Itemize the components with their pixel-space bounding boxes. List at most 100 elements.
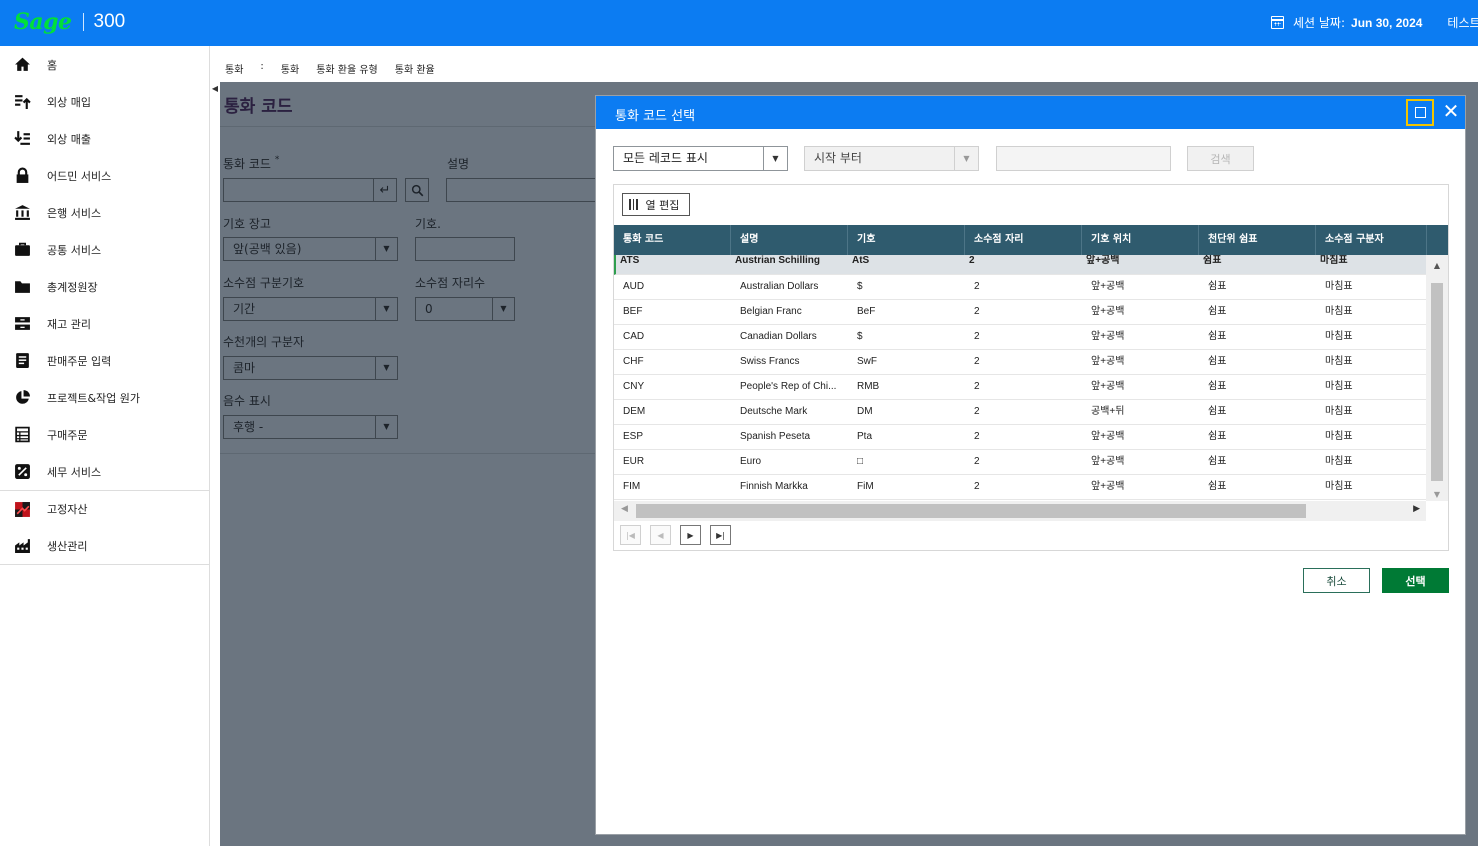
cancel-button[interactable]: 취소 [1303, 568, 1370, 593]
horizontal-scrollbar[interactable]: ◀ ▶ [614, 501, 1426, 521]
scroll-right-icon[interactable]: ▶ [1413, 504, 1420, 514]
finder-button[interactable] [405, 178, 429, 202]
sidebar-item-home[interactable]: 홈 [0, 46, 209, 83]
negative-display-select[interactable]: 후행 - ▼ [223, 415, 398, 439]
sidebar-item-label: 생산관리 [47, 539, 88, 553]
breadcrumb-item[interactable]: 통화 환율 유형 [316, 61, 378, 76]
sidebar-item-manufacturing[interactable]: 생산관리 [0, 527, 209, 564]
sidebar-item-fixed-assets[interactable]: 고정자산 [0, 490, 209, 527]
top-header: Sage 300 세션 날짜: Jun 30, 2024 테스트 [0, 0, 1478, 46]
vertical-scroll-thumb[interactable] [1431, 283, 1443, 481]
cell-symbol: $ [857, 281, 863, 292]
search-input[interactable] [996, 146, 1171, 171]
search-button[interactable]: 검색 [1187, 146, 1254, 171]
breadcrumb-item[interactable]: 통화 환율 [395, 61, 435, 76]
previous-page-button[interactable]: ◀ [650, 525, 671, 545]
session-date-area[interactable]: 세션 날짜: Jun 30, 2024 테스트 [1271, 14, 1478, 31]
symbol-input[interactable] [415, 237, 515, 261]
decimal-places-value: 0 [425, 302, 433, 316]
sidebar-item-purchase-orders[interactable]: 구매주문 [0, 416, 209, 453]
sidebar-item-label: 세무 서비스 [47, 465, 102, 479]
horizontal-scroll-thumb[interactable] [636, 504, 1306, 518]
cell-description: Finnish Markka [740, 481, 808, 492]
table-row[interactable]: AUD Australian Dollars $2 앞+공백 쉼표 마침표 [614, 275, 1426, 300]
column-header[interactable]: 설명 [731, 225, 848, 255]
vertical-scrollbar[interactable]: ▲ ▼ [1426, 255, 1448, 501]
chevron-down-icon: ▼ [763, 147, 787, 170]
sidebar-item-receivables[interactable]: 외상 매출 [0, 120, 209, 157]
cell-symbol-position: 공백+뒤 [1091, 406, 1125, 417]
sidebar-item-project-costing[interactable]: 프로젝트&작업 원가 [0, 379, 209, 416]
sidebar-item-general-ledger[interactable]: 총계정원장 [0, 268, 209, 305]
cell-symbol: Pta [857, 431, 873, 442]
column-header[interactable]: 소수점 자리 [965, 225, 1082, 255]
enter-button[interactable]: ↵ [373, 178, 397, 202]
sidebar-item-bank-services[interactable]: 은행 서비스 [0, 194, 209, 231]
sidebar-item-order-entry[interactable]: 판매주문 입력 [0, 342, 209, 379]
currency-code-label: 통화 코드 * [223, 155, 279, 172]
edit-columns-label: 열 편집 [645, 198, 680, 212]
scroll-up-icon[interactable]: ▲ [1426, 261, 1448, 270]
table-row[interactable]: CAD Canadian Dollars $2 앞+공백 쉼표 마침표 [614, 325, 1426, 350]
table-row[interactable]: ATS Austrian Schilling AtS 2 앞+공백 쉼표 마침표 [614, 255, 1426, 275]
decimal-separator-select[interactable]: 기간 ▼ [223, 297, 398, 321]
cell-symbol-position: 앞+공백 [1091, 481, 1125, 492]
table-row[interactable]: DEM Deutsche Mark DM 2 공백+뒤 쉼표 마침표 [614, 400, 1426, 425]
grid-body: ATS Austrian Schilling AtS 2 앞+공백 쉼표 마침표 AUD Aus… [614, 255, 1426, 500]
cell-symbol-position: 앞+공백 [1091, 381, 1125, 392]
table-row[interactable]: BEF Belgian Franc BeF 2 앞+공백 쉼표 마침표 [614, 300, 1426, 325]
sidebar-collapse-button[interactable]: ◀ [210, 76, 220, 100]
select-button[interactable]: 선택 [1382, 568, 1449, 593]
symbol-label: 기호. [415, 217, 441, 231]
start-from-select[interactable]: 시작 부터 ▼ [804, 146, 979, 171]
scroll-left-icon[interactable]: ◀ [621, 504, 628, 514]
breadcrumb-item[interactable]: 통화 [225, 61, 243, 76]
cell-decimals: 2 [974, 356, 980, 367]
table-row[interactable]: CHF Swiss Francs SwF 2 앞+공백 쉼표 마침표 [614, 350, 1426, 375]
cell-symbol-position: 앞+공백 [1091, 306, 1125, 317]
sidebar-item-tax-services[interactable]: 세무 서비스 [0, 453, 209, 490]
sidebar-item-inventory[interactable]: 재고 관리 [0, 305, 209, 342]
symbol-position-select[interactable]: 앞(공백 있음) ▼ [223, 237, 398, 261]
cell-description: Swiss Francs [740, 356, 800, 367]
column-header[interactable]: 천단위 쉼표 [1199, 225, 1316, 255]
cell-decimal-separator: 마침표 [1325, 381, 1353, 392]
user-name[interactable]: 테스트 [1447, 14, 1478, 31]
cell-decimal-separator: 마침표 [1325, 481, 1353, 492]
thousands-separator-select[interactable]: 콤마 ▼ [223, 356, 398, 380]
first-page-button[interactable]: |◀ [620, 525, 641, 545]
edit-columns-button[interactable]: 열 편집 [622, 193, 690, 216]
cell-description: Deutsche Mark [740, 406, 808, 417]
sidebar-item-common-services[interactable]: 공통 서비스 [0, 231, 209, 268]
currency-code-input[interactable] [223, 178, 374, 202]
brand-logo[interactable]: Sage 300 [14, 9, 125, 35]
decimal-places-select[interactable]: 0 ▼ [415, 297, 515, 321]
sidebar-item-admin-services[interactable]: 어드민 서비스 [0, 157, 209, 194]
table-row[interactable]: EUR Euro □ 2 앞+공백 쉼표 마침표 [614, 450, 1426, 475]
next-page-icon: ▶ [687, 530, 694, 540]
cell-thousands-separator: 쉼표 [1208, 331, 1227, 342]
fixed-assets-icon [13, 500, 31, 518]
close-button[interactable]: ✕ [1440, 100, 1462, 124]
cell-decimal-separator: 마침표 [1325, 356, 1353, 367]
table-row[interactable]: ESP Spanish Peseta Pta 2 앞+공백 쉼표 마침표 [614, 425, 1426, 450]
search-icon [411, 184, 423, 196]
column-header[interactable]: 기호 위치 [1082, 225, 1199, 255]
table-row[interactable]: FIM Finnish Markka FiM 2 앞+공백 쉼표 마침표 [614, 475, 1426, 500]
maximize-button[interactable] [1406, 99, 1434, 126]
currency-code-label-text: 통화 코드 [223, 157, 271, 171]
cell-decimals: 2 [974, 306, 980, 317]
column-header[interactable]: 기호 [848, 225, 965, 255]
scroll-down-icon[interactable]: ▼ [1426, 490, 1448, 499]
next-page-button[interactable]: ▶ [680, 525, 701, 545]
description-input[interactable] [446, 178, 606, 202]
brand-divider [82, 13, 84, 31]
breadcrumb-item[interactable]: 통화 [281, 61, 299, 76]
chevron-down-icon: ▼ [375, 357, 397, 379]
table-row[interactable]: CNY People's Rep of Chi... RMB 2 앞+공백 쉼표 마침표 [614, 375, 1426, 400]
sidebar-item-payables[interactable]: 외상 매입 [0, 83, 209, 120]
last-page-button[interactable]: ▶| [710, 525, 731, 545]
filter-select[interactable]: 모든 레코드 표시 ▼ [613, 146, 788, 171]
column-header[interactable]: 통화 코드 [614, 225, 731, 255]
column-header[interactable]: 소수점 구분자 [1316, 225, 1427, 255]
